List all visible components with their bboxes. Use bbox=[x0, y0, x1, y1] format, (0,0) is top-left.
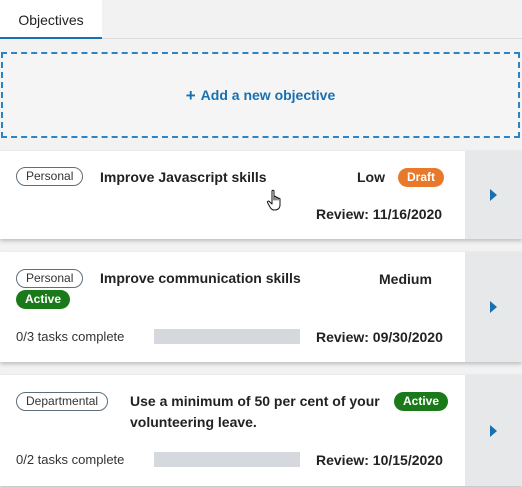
tasks-complete: 0/3 tasks complete bbox=[16, 329, 125, 344]
plus-icon: + bbox=[185, 85, 196, 105]
category-tag: Personal bbox=[16, 269, 84, 288]
tasks-complete: 0/2 tasks complete bbox=[16, 452, 125, 467]
open-objective-button[interactable] bbox=[465, 151, 522, 239]
open-objective-button[interactable] bbox=[465, 375, 522, 486]
status-badge: Draft bbox=[398, 168, 445, 187]
open-objective-button[interactable] bbox=[465, 252, 522, 362]
objective-title: Improve Javascript skills bbox=[100, 169, 267, 185]
objective-card[interactable]: Personal Improve communication skills Me… bbox=[0, 252, 522, 362]
objective-title: Improve communication skills bbox=[100, 270, 301, 286]
status-badge: Active bbox=[16, 290, 71, 309]
chevron-right-icon bbox=[490, 424, 497, 437]
priority-label: Medium bbox=[379, 271, 432, 287]
review-date: Review: 09/30/2020 bbox=[316, 329, 443, 345]
chevron-right-icon bbox=[490, 301, 497, 313]
tab-objectives[interactable]: Objectives bbox=[0, 0, 102, 39]
priority-label: Low bbox=[357, 169, 385, 185]
add-objective-label: Add a new objective bbox=[200, 87, 336, 103]
objective-title: Use a minimum of 50 per cent of your vol… bbox=[130, 393, 380, 430]
add-objective-button[interactable]: + Add a new objective bbox=[1, 52, 520, 138]
category-tag: Personal bbox=[16, 167, 84, 186]
objective-card[interactable]: Personal Improve Javascript skills Low D… bbox=[0, 151, 522, 239]
progress-bar bbox=[154, 452, 300, 467]
hand-cursor-icon bbox=[266, 189, 281, 211]
progress-bar bbox=[154, 329, 300, 344]
review-date: Review: 11/16/2020 bbox=[316, 206, 443, 222]
objective-card[interactable]: Departmental Use a minimum of 50 per cen… bbox=[0, 375, 522, 486]
status-badge: Active bbox=[394, 392, 449, 411]
chevron-right-icon bbox=[490, 189, 497, 201]
review-date: Review: 10/15/2020 bbox=[316, 452, 443, 468]
tab-bar: Objectives bbox=[0, 0, 522, 39]
category-tag: Departmental bbox=[16, 392, 109, 411]
